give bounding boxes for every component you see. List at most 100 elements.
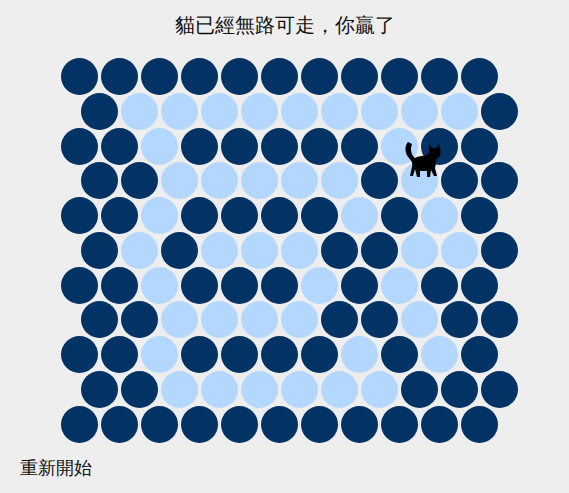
board-cell[interactable] [461, 58, 498, 95]
board-cell[interactable] [61, 197, 98, 234]
board-cell[interactable] [101, 197, 138, 234]
board-cell[interactable] [341, 406, 378, 443]
board-cell[interactable] [321, 232, 358, 269]
board-cell[interactable] [121, 162, 158, 199]
board-cell[interactable] [461, 406, 498, 443]
board-cell[interactable] [141, 336, 178, 373]
board-cell[interactable] [181, 336, 218, 373]
board-cell[interactable] [481, 162, 518, 199]
board-cell[interactable] [381, 197, 418, 234]
restart-button[interactable]: 重新開始 [20, 456, 92, 480]
board-cell[interactable] [101, 406, 138, 443]
board-cell[interactable] [81, 162, 118, 199]
board-cell[interactable] [381, 406, 418, 443]
board-cell[interactable] [341, 267, 378, 304]
board-cell[interactable] [281, 162, 318, 199]
board-cell[interactable] [201, 371, 238, 408]
board-cell[interactable] [221, 336, 258, 373]
board-cell[interactable] [421, 406, 458, 443]
board-cell[interactable] [201, 232, 238, 269]
board-cell[interactable] [281, 301, 318, 338]
board-cell[interactable] [81, 232, 118, 269]
board-cell[interactable] [261, 197, 298, 234]
board-cell[interactable] [241, 162, 278, 199]
board-cell[interactable] [161, 93, 198, 130]
board-cell[interactable] [401, 162, 438, 199]
board-cell[interactable] [261, 267, 298, 304]
board-cell[interactable] [401, 232, 438, 269]
board-cell[interactable] [361, 93, 398, 130]
board-cell[interactable] [441, 301, 478, 338]
board-cell[interactable] [481, 371, 518, 408]
board-cell[interactable] [161, 371, 198, 408]
board-cell[interactable] [441, 93, 478, 130]
board-cell[interactable] [361, 301, 398, 338]
board-cell[interactable] [361, 162, 398, 199]
board-cell[interactable] [141, 128, 178, 165]
board-cell[interactable] [221, 128, 258, 165]
board-cell[interactable] [241, 301, 278, 338]
board-cell[interactable] [421, 267, 458, 304]
board-cell[interactable] [421, 336, 458, 373]
board-cell[interactable] [361, 232, 398, 269]
board-cell[interactable] [241, 371, 278, 408]
board-cell[interactable] [261, 406, 298, 443]
board-cell[interactable] [161, 162, 198, 199]
board-cell[interactable] [441, 162, 478, 199]
board-cell[interactable] [461, 197, 498, 234]
board-cell[interactable] [261, 336, 298, 373]
board-cell[interactable] [81, 301, 118, 338]
board-cell[interactable] [401, 93, 438, 130]
board-cell[interactable] [141, 406, 178, 443]
board-cell[interactable] [61, 336, 98, 373]
board-cell[interactable] [381, 267, 418, 304]
board-cell[interactable] [381, 128, 418, 165]
board-cell[interactable] [481, 93, 518, 130]
board-cell[interactable] [401, 371, 438, 408]
board-cell[interactable] [181, 406, 218, 443]
board-cell[interactable] [301, 267, 338, 304]
board-cell[interactable] [121, 93, 158, 130]
board-cell[interactable] [281, 93, 318, 130]
board-cell[interactable] [101, 267, 138, 304]
board-cell[interactable] [241, 232, 278, 269]
board-cell[interactable] [181, 197, 218, 234]
board-cell[interactable] [301, 197, 338, 234]
board-cell[interactable] [81, 93, 118, 130]
board-cell[interactable] [441, 371, 478, 408]
board-cell[interactable] [481, 301, 518, 338]
board-cell[interactable] [341, 197, 378, 234]
board-cell[interactable] [181, 128, 218, 165]
board-cell[interactable] [301, 58, 338, 95]
board-cell[interactable] [381, 58, 418, 95]
board-cell[interactable] [321, 301, 358, 338]
board-cell[interactable] [301, 128, 338, 165]
board-cell[interactable] [281, 232, 318, 269]
board-cell[interactable] [301, 406, 338, 443]
board-cell[interactable] [101, 336, 138, 373]
board-cell[interactable] [81, 371, 118, 408]
board-cell[interactable] [301, 336, 338, 373]
board-cell[interactable] [181, 267, 218, 304]
board-cell[interactable] [201, 162, 238, 199]
board-cell[interactable] [461, 128, 498, 165]
board-cell[interactable] [421, 197, 458, 234]
board-cell[interactable] [201, 93, 238, 130]
board-cell[interactable] [61, 58, 98, 95]
board-cell[interactable] [221, 197, 258, 234]
board-cell[interactable] [341, 336, 378, 373]
board-cell[interactable] [321, 371, 358, 408]
board-cell[interactable] [461, 336, 498, 373]
board-cell[interactable] [221, 406, 258, 443]
board-cell[interactable] [61, 406, 98, 443]
board-cell[interactable] [261, 128, 298, 165]
board-cell[interactable] [441, 232, 478, 269]
board-cell[interactable] [221, 267, 258, 304]
board-cell[interactable] [61, 267, 98, 304]
board-cell[interactable] [141, 197, 178, 234]
board-cell[interactable] [121, 301, 158, 338]
board-cell[interactable] [321, 162, 358, 199]
board-cell[interactable] [401, 301, 438, 338]
board-cell[interactable] [161, 232, 198, 269]
board-cell[interactable] [381, 336, 418, 373]
